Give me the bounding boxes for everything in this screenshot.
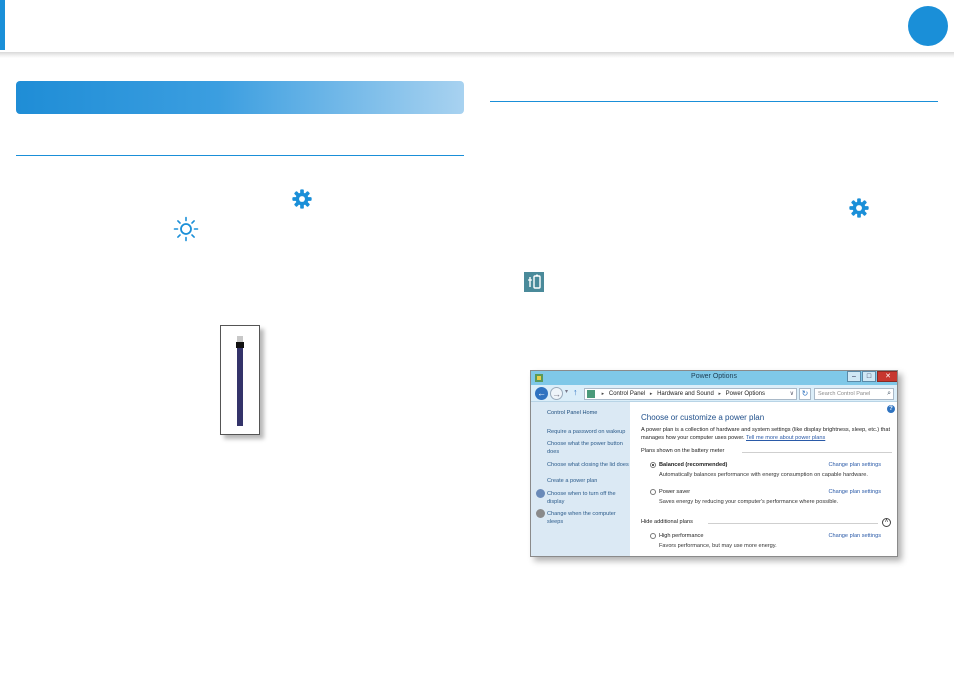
brightness-slider-fill [237, 345, 243, 426]
search-placeholder: Search Control Panel [818, 391, 871, 397]
radio-high-performance[interactable] [650, 533, 656, 539]
plan-name-balanced: Balanced (recommended) [659, 462, 728, 468]
tell-me-more-link[interactable]: Tell me more about power plans [746, 435, 825, 441]
plan-desc-balanced: Automatically balances performance with … [659, 472, 868, 478]
refresh-button[interactable]: ↻ [799, 388, 811, 400]
window-title-bar: Power Options – □ ✕ [531, 371, 897, 385]
plan-desc-power-saver: Saves energy by reducing your computer's… [659, 499, 839, 505]
back-button[interactable]: ← [535, 387, 548, 400]
breadcrumb-power-options[interactable]: Power Options [726, 391, 765, 397]
brightness-slider[interactable] [236, 336, 244, 426]
group-divider [742, 452, 892, 453]
close-button[interactable]: ✕ [877, 371, 897, 382]
search-input[interactable]: Search Control Panel ⌕ [814, 388, 894, 400]
radio-balanced[interactable] [650, 462, 656, 468]
radio-power-saver[interactable] [650, 489, 656, 495]
recent-pages-dropdown[interactable]: ▾ [565, 388, 568, 395]
breadcrumb-control-panel[interactable]: Control Panel [609, 391, 645, 397]
control-panel-icon [587, 390, 595, 398]
help-icon[interactable]: ? [887, 405, 895, 413]
page-number-circle [908, 6, 948, 46]
breadcrumb-separator: ▸ [649, 391, 653, 397]
breadcrumb-hardware-and-sound[interactable]: Hardware and Sound [657, 391, 714, 397]
page-left-accent [0, 0, 5, 50]
sidebar-item-turn-off-display[interactable]: Choose when to turn off the display [547, 490, 629, 506]
sidebar-item-create-plan[interactable]: Create a power plan [547, 477, 629, 485]
manual-page: Power Options – □ ✕ ← → ▾ ↑ ▸ Control Pa… [0, 0, 954, 677]
window-title: Power Options [691, 373, 737, 380]
group-divider [708, 523, 878, 524]
maximize-button[interactable]: □ [862, 371, 876, 382]
plan-name-high-performance: High performance [659, 533, 704, 539]
brightness-slider-popup [220, 325, 260, 435]
collapse-chevron-icon[interactable]: ˄ [882, 518, 891, 527]
sidebar-item-control-panel-home[interactable]: Control Panel Home [547, 410, 597, 416]
change-plan-settings-power-saver[interactable]: Change plan settings [828, 489, 881, 495]
subsection-rule-left [16, 155, 464, 156]
main-panel: ? Choose or customize a power plan A pow… [630, 402, 897, 556]
sidebar-item-computer-sleeps[interactable]: Change when the computer sleeps [547, 510, 629, 526]
sidebar-item-power-button[interactable]: Choose what the power button does [547, 440, 629, 456]
plan-name-power-saver: Power saver [659, 489, 691, 495]
plan-description: A power plan is a collection of hardware… [641, 426, 891, 442]
sidebar: Control Panel Home Require a password on… [531, 402, 630, 556]
forward-button[interactable]: → [550, 387, 563, 400]
header-rule [0, 52, 954, 58]
display-icon [536, 489, 545, 498]
power-options-window: Power Options – □ ✕ ← → ▾ ↑ ▸ Control Pa… [530, 370, 898, 557]
plan-desc-high-performance: Favors performance, but may use more ene… [659, 543, 777, 549]
breadcrumb-separator: ▸ [601, 391, 605, 397]
battery-tile-icon [524, 272, 544, 292]
search-icon[interactable]: ⌕ [887, 389, 891, 399]
brightness-slider-thumb[interactable] [236, 342, 244, 348]
address-toolbar: ← → ▾ ↑ ▸ Control Panel ▸ Hardware and S… [531, 385, 897, 402]
subsection-rule-right [490, 101, 938, 102]
change-plan-settings-high-performance[interactable]: Change plan settings [828, 533, 881, 539]
change-plan-settings-balanced[interactable]: Change plan settings [828, 462, 881, 468]
sun-icon [173, 216, 199, 242]
group-label-battery-meter: Plans shown on the battery meter [641, 448, 725, 454]
sidebar-item-require-password[interactable]: Require a password on wakeup [547, 428, 629, 436]
gear-icon [849, 198, 869, 218]
sidebar-item-closing-lid[interactable]: Choose what closing the lid does [547, 461, 629, 469]
up-button[interactable]: ↑ [573, 387, 578, 397]
gear-icon [292, 189, 312, 209]
page-title: Choose or customize a power plan [641, 413, 765, 422]
address-bar[interactable]: ▸ Control Panel ▸ Hardware and Sound ▸ P… [584, 388, 797, 400]
sleep-icon [536, 509, 545, 518]
group-label-hide-plans: Hide additional plans [641, 519, 693, 525]
minimize-button[interactable]: – [847, 371, 861, 382]
section-banner [16, 81, 464, 114]
breadcrumb-separator: ▸ [718, 391, 721, 397]
address-dropdown-icon[interactable]: ∨ [790, 389, 794, 399]
